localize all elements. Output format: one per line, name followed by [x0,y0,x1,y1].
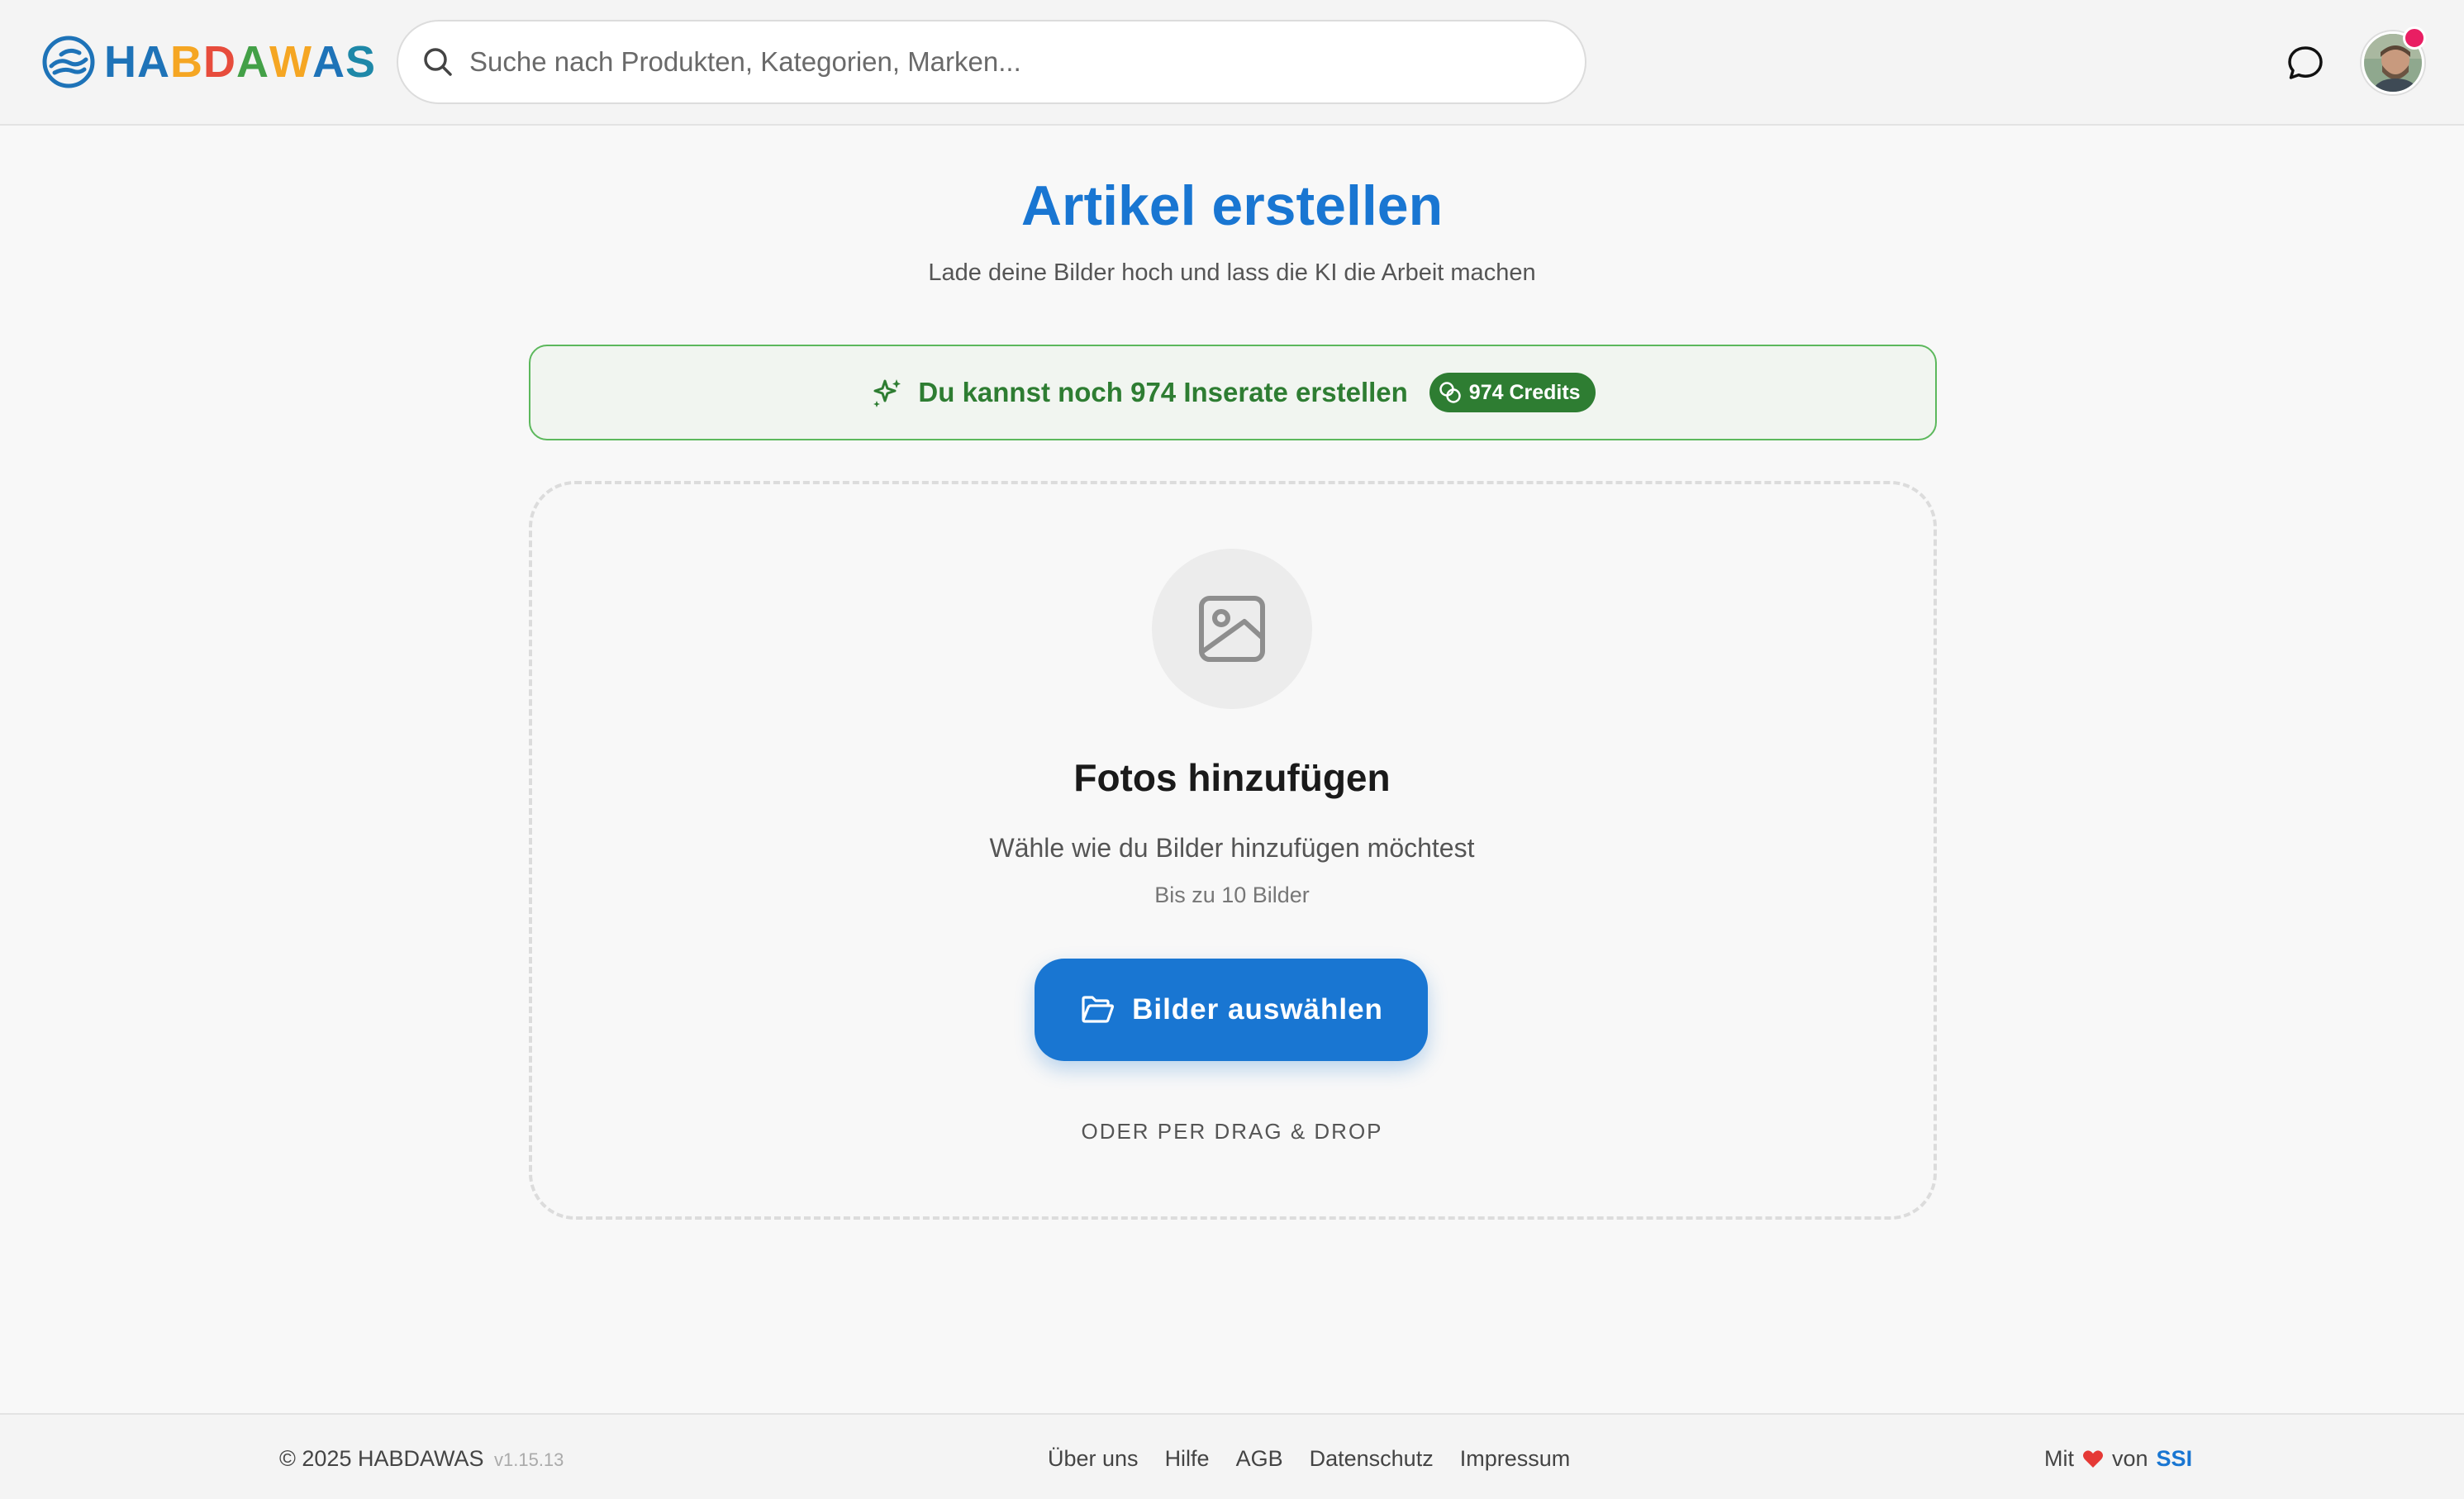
logo-letter: A [137,37,170,87]
search-input[interactable] [469,37,1544,87]
drag-drop-hint: ODER PER DRAG & DROP [1081,1119,1383,1144]
logo-letter: A [312,37,345,87]
footer-link-about[interactable]: Über uns [1048,1446,1139,1472]
made-with-prefix: Mit [2044,1446,2074,1471]
page-subtitle: Lade deine Bilder hoch und lass die KI d… [928,259,1536,286]
credits-badge-label: 974 Credits [1468,380,1581,404]
footer: © 2025 HABDAWAS v1.15.13 Über uns Hilfe … [0,1413,2464,1499]
made-with-mid: von [2112,1446,2148,1471]
upload-limit: Bis zu 10 Bilder [1154,883,1310,907]
logo[interactable]: HABDAWAS [41,33,376,91]
image-placeholder [1152,549,1312,709]
sparkles-icon [873,379,901,407]
footer-links: Über uns Hilfe AGB Datenschutz Impressum [1048,1446,1596,1472]
search-icon [424,48,452,76]
select-images-button[interactable]: Bilder auswählen [1035,959,1428,1061]
logo-text: HABDAWAS [104,36,376,88]
notification-badge [2403,26,2426,50]
footer-link-help[interactable]: Hilfe [1165,1446,1210,1472]
credits-message: Du kannst noch 974 Inserate erstellen [918,377,1408,407]
logo-letter: B [170,37,203,87]
copyright: © 2025 HABDAWAS [279,1446,484,1471]
logo-letter: A [236,37,269,87]
chat-bubble-icon[interactable] [2286,43,2325,83]
top-header: HABDAWAS [0,0,2464,126]
logo-letter: D [203,37,236,87]
upload-title: Fotos hinzufügen [1073,756,1391,799]
select-images-label: Bilder auswählen [1132,993,1383,1026]
made-with: Mit von SSI [2044,1446,2192,1472]
footer-link-privacy[interactable]: Datenschutz [1310,1446,1434,1472]
logo-letter: W [269,37,312,87]
logo-letter: H [104,37,137,87]
coins-icon [1439,382,1461,403]
folder-open-icon [1082,996,1115,1023]
credits-badge: 974 Credits [1429,373,1596,412]
search-bar[interactable] [397,20,1586,104]
image-icon [1199,596,1265,662]
upload-subtitle: Wähle wie du Bilder hinzufügen möchtest [989,833,1475,863]
logo-letter: S [345,37,376,87]
logo-icon [42,36,95,88]
heart-icon [2083,1449,2103,1468]
credits-banner: Du kannst noch 974 Inserate erstellen 97… [529,345,1937,440]
page-title: Artikel erstellen [1020,174,1444,237]
footer-link-imprint[interactable]: Impressum [1460,1446,1571,1472]
footer-link-terms[interactable]: AGB [1236,1446,1283,1472]
app-version: v1.15.13 [494,1449,564,1470]
ssi-link[interactable]: SSI [2157,1446,2193,1472]
